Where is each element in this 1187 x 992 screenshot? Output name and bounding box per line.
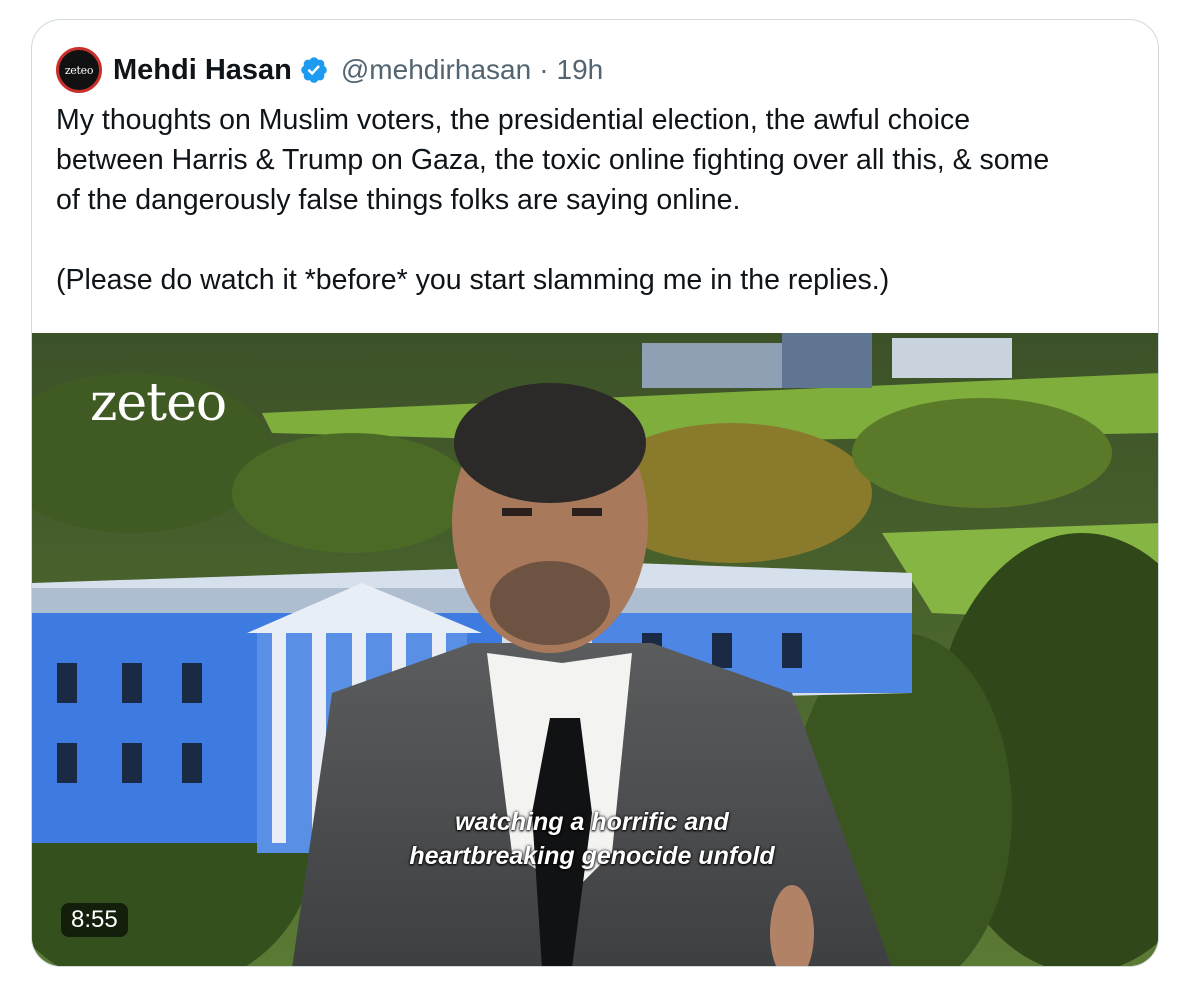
tweet-text: My thoughts on Muslim voters, the presid… [56, 104, 1050, 296]
avatar[interactable]: zeteo [56, 47, 102, 93]
video-duration-badge: 8:55 [61, 903, 128, 937]
caption-line-1: watching a horrific and [455, 808, 729, 836]
avatar-text: zeteo [64, 63, 94, 77]
author-name[interactable]: Mehdi Hasan [113, 54, 292, 87]
zeteo-brand-logo: zeteo [90, 373, 227, 433]
verified-badge-icon [299, 55, 329, 85]
caption-line-2: heartbreaking genocide unfold [409, 842, 775, 870]
tweet-card[interactable]: zeteo Mehdi Hasan @mehdirhasan · 19h My … [31, 19, 1159, 967]
video-player[interactable]: zeteo watching a horrific and heartbreak… [32, 333, 1158, 966]
tweet-timestamp[interactable]: 19h [557, 54, 604, 86]
video-caption: watching a horrific and heartbreaking ge… [312, 805, 872, 873]
separator-dot: · [539, 54, 549, 85]
author-handle[interactable]: @mehdirhasan [341, 54, 531, 86]
tweet-header: zeteo Mehdi Hasan @mehdirhasan · 19h [56, 44, 603, 96]
